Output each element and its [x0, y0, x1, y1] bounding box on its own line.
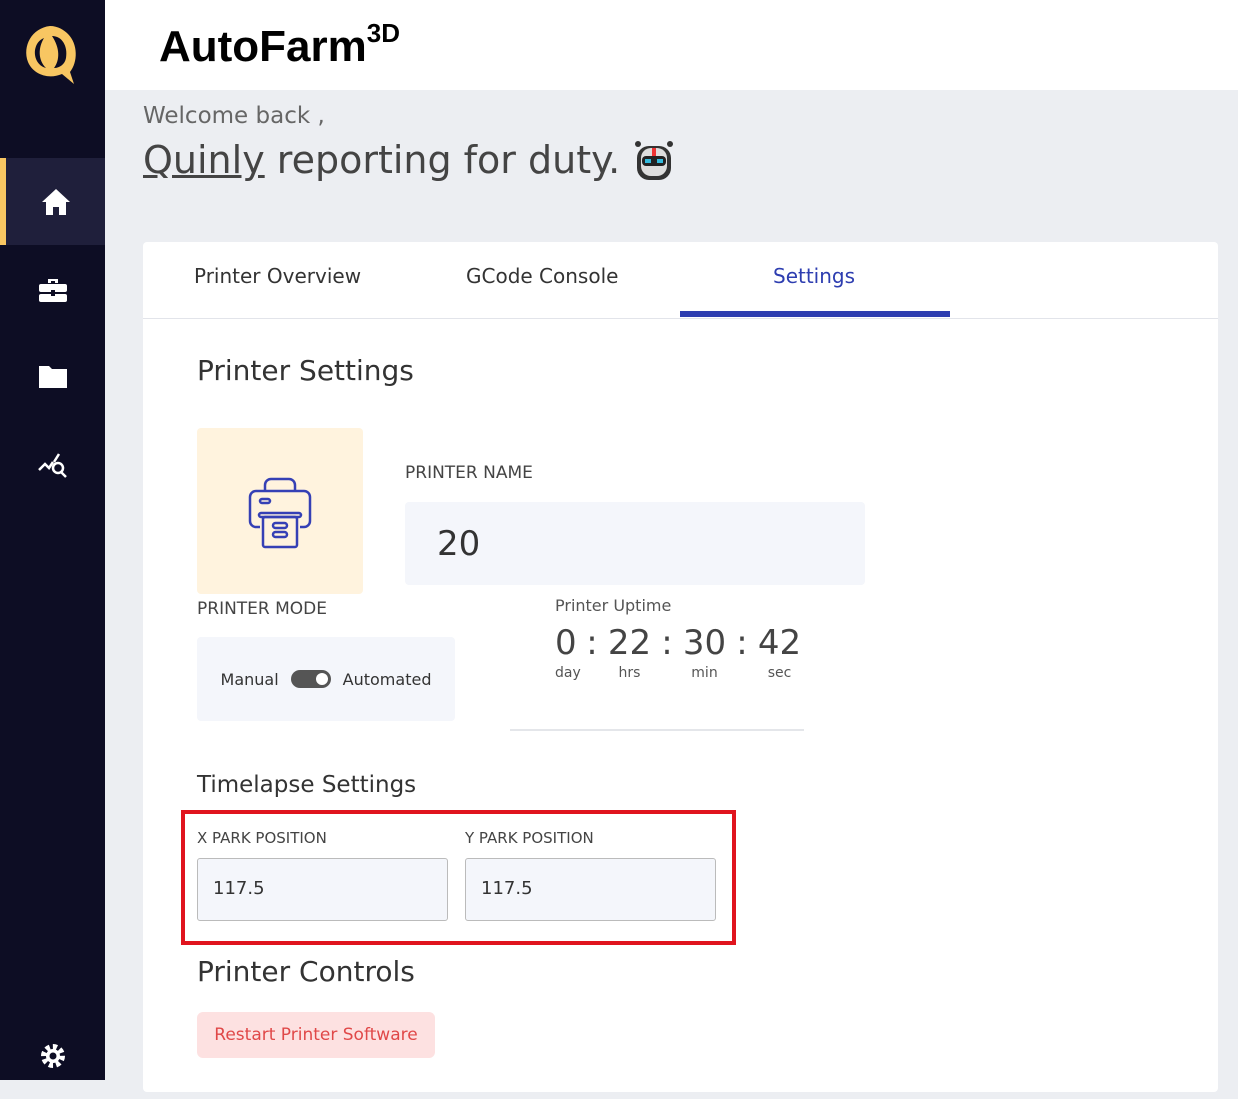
printer-mode-box: Manual Automated: [197, 637, 455, 721]
y-park-input[interactable]: 117.5: [465, 858, 716, 921]
briefcase-icon: [38, 278, 67, 302]
uptime-min: 30: [682, 623, 727, 663]
printer-image: [197, 428, 363, 594]
uptime-sec: 42: [757, 623, 802, 663]
tab-printer-overview[interactable]: Printer Overview: [194, 264, 361, 288]
folder-icon: [38, 365, 67, 388]
analytics-search-icon: [37, 452, 67, 478]
uptime-day-unit: day: [555, 665, 581, 681]
y-park-label: Y PARK POSITION: [465, 829, 594, 847]
mode-automated-label: Automated: [342, 669, 432, 689]
sidebar-item-settings[interactable]: [0, 1012, 105, 1099]
tab-bar: Printer Overview GCode Console Settings: [143, 242, 1218, 319]
gear-icon: [40, 1043, 65, 1068]
brand-superscript: 3D: [366, 18, 401, 48]
mode-toggle[interactable]: [290, 670, 331, 688]
x-park-input[interactable]: 117.5: [197, 858, 448, 921]
printer-name-input[interactable]: 20: [405, 502, 865, 585]
robot-icon: [635, 141, 674, 180]
uptime-hrs: 22: [607, 623, 652, 663]
tab-gcode-console[interactable]: GCode Console: [466, 264, 618, 288]
top-header: AutoFarm3D: [105, 0, 1238, 90]
home-icon: [41, 188, 70, 215]
active-tab-indicator: [680, 311, 950, 317]
user-name: Quinly: [143, 138, 265, 182]
brand-name: AutoFarm: [159, 22, 367, 71]
welcome-text: Welcome back ,: [143, 103, 325, 129]
uptime-day: 0: [555, 623, 577, 663]
greeting-rest: reporting for duty.: [276, 138, 621, 182]
uptime-min-unit: min: [691, 665, 718, 681]
brand-title: AutoFarm3D: [159, 18, 400, 72]
x-park-label: X PARK POSITION: [197, 829, 327, 847]
tab-settings[interactable]: Settings: [773, 264, 855, 288]
printer-name-label: PRINTER NAME: [405, 463, 533, 483]
logo: [26, 26, 76, 84]
sidebar-item-home[interactable]: [0, 158, 105, 245]
divider: [510, 729, 804, 731]
printer-controls-title: Printer Controls: [197, 955, 415, 988]
sidebar: [0, 0, 105, 1080]
mode-manual-label: Manual: [220, 669, 279, 689]
timelapse-title: Timelapse Settings: [197, 772, 417, 798]
printer-uptime: Printer Uptime 0 day : 22 hrs : 30 min : 42…: [555, 596, 802, 681]
sidebar-item-analytics[interactable]: [0, 420, 105, 507]
greeting-heading: Quinly reporting for duty.: [143, 138, 676, 182]
printer-mode-label: PRINTER MODE: [197, 599, 328, 619]
printer-icon: [248, 477, 312, 549]
restart-printer-button[interactable]: Restart Printer Software: [197, 1012, 435, 1058]
sidebar-item-files[interactable]: [0, 333, 105, 420]
uptime-label: Printer Uptime: [555, 596, 672, 615]
sidebar-item-jobs[interactable]: [0, 246, 105, 333]
uptime-sec-unit: sec: [767, 665, 792, 681]
printer-settings-title: Printer Settings: [197, 354, 414, 387]
uptime-hrs-unit: hrs: [618, 665, 641, 681]
settings-card: Printer Overview GCode Console Settings …: [143, 242, 1218, 1092]
